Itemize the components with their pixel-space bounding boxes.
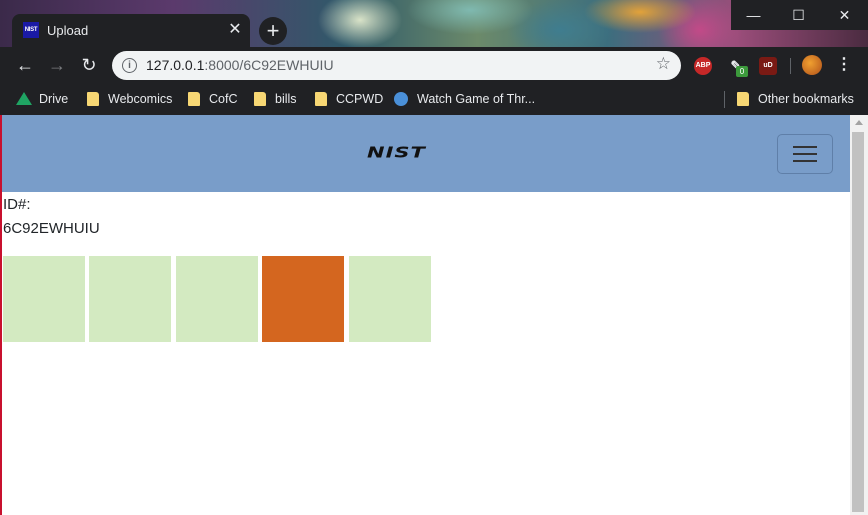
- reload-icon[interactable]: ↻: [77, 53, 101, 77]
- id-label: ID#:: [3, 196, 31, 213]
- close-window-button[interactable]: ✕: [821, 0, 868, 30]
- tile-3[interactable]: [176, 256, 258, 342]
- tile-4[interactable]: [262, 256, 344, 342]
- bookmark-label: Webcomics: [108, 92, 173, 106]
- folder-icon: [87, 91, 99, 106]
- browser-menu-icon[interactable]: ⋮: [836, 54, 852, 76]
- google-drive-icon: [16, 92, 32, 106]
- bookmark-label: Watch Game of Thr...: [417, 92, 536, 106]
- url-host: 127.0.0.1: [146, 57, 205, 73]
- bookmark-watch[interactable]: Watch Game of Thr...: [394, 89, 535, 109]
- other-bookmarks[interactable]: Other bookmarks: [737, 89, 854, 109]
- other-bookmarks-label: Other bookmarks: [758, 92, 854, 106]
- nist-logo[interactable]: NIST: [367, 144, 426, 161]
- ublock-origin-icon[interactable]: uD: [759, 57, 777, 75]
- close-tab-icon[interactable]: ✕: [226, 21, 244, 39]
- site-info-icon[interactable]: i: [122, 58, 137, 73]
- hamburger-line: [793, 153, 817, 155]
- adblock-plus-icon[interactable]: ABP: [694, 57, 712, 75]
- bookmark-cofc[interactable]: CofC: [188, 89, 237, 109]
- browser-titlebar: NIST Upload ✕ + — ☐ ✕: [0, 0, 868, 47]
- minimize-button[interactable]: —: [731, 0, 776, 30]
- url-text[interactable]: 127.0.0.1:8000/6C92EWHUIU: [146, 57, 334, 73]
- bookmark-label: bills: [275, 92, 297, 106]
- site-navbar: NIST: [0, 115, 850, 192]
- nist-favicon-icon: NIST: [23, 22, 39, 38]
- browser-tab[interactable]: NIST Upload ✕: [12, 14, 250, 47]
- bookmarks-divider: [724, 91, 725, 108]
- bookmark-star-icon[interactable]: ☆: [656, 54, 671, 74]
- video-site-icon: [394, 91, 408, 106]
- bookmark-bills[interactable]: bills: [254, 89, 297, 109]
- hamburger-menu-button[interactable]: [777, 134, 833, 174]
- folder-icon: [315, 91, 327, 106]
- page-viewport: NIST ID#: 6C92EWHUIU: [0, 115, 850, 515]
- toolbar-divider: [790, 58, 791, 74]
- url-path: :8000/6C92EWHUIU: [204, 57, 334, 73]
- bookmark-label: Drive: [39, 92, 69, 106]
- hamburger-line: [793, 160, 817, 162]
- folder-icon: [188, 91, 200, 106]
- bookmarks-bar: Drive Webcomics CofC bills CCPWD Watch G…: [0, 84, 868, 115]
- tile-1[interactable]: [3, 256, 85, 342]
- forward-arrow-icon[interactable]: →: [45, 53, 69, 77]
- new-tab-button[interactable]: +: [259, 17, 287, 45]
- tile-2[interactable]: [89, 256, 171, 342]
- sync-badge: 0: [736, 66, 748, 77]
- folder-icon: [737, 91, 749, 106]
- back-arrow-icon[interactable]: ←: [13, 53, 37, 77]
- scrollbar-thumb[interactable]: [852, 132, 864, 512]
- tile-5[interactable]: [349, 256, 431, 342]
- scroll-up-arrow-icon[interactable]: [855, 120, 863, 125]
- window-edge: [0, 115, 2, 515]
- folder-icon: [254, 91, 266, 106]
- bookmark-webcomics[interactable]: Webcomics: [87, 89, 172, 109]
- bookmark-drive[interactable]: Drive: [16, 89, 68, 109]
- address-bar[interactable]: i 127.0.0.1:8000/6C92EWHUIU ☆: [112, 51, 681, 80]
- bookmark-ccpwd[interactable]: CCPWD: [315, 89, 383, 109]
- page-scrollbar[interactable]: [850, 115, 868, 515]
- profile-avatar[interactable]: [802, 55, 822, 75]
- hamburger-line: [793, 146, 817, 148]
- tab-title: Upload: [47, 23, 89, 38]
- id-value: 6C92EWHUIU: [3, 220, 100, 237]
- bookmark-label: CCPWD: [336, 92, 384, 106]
- bookmark-label: CofC: [209, 92, 238, 106]
- maximize-button[interactable]: ☐: [776, 0, 821, 30]
- browser-toolbar: ← → ↻ i 127.0.0.1:8000/6C92EWHUIU ☆ ABP …: [0, 47, 868, 84]
